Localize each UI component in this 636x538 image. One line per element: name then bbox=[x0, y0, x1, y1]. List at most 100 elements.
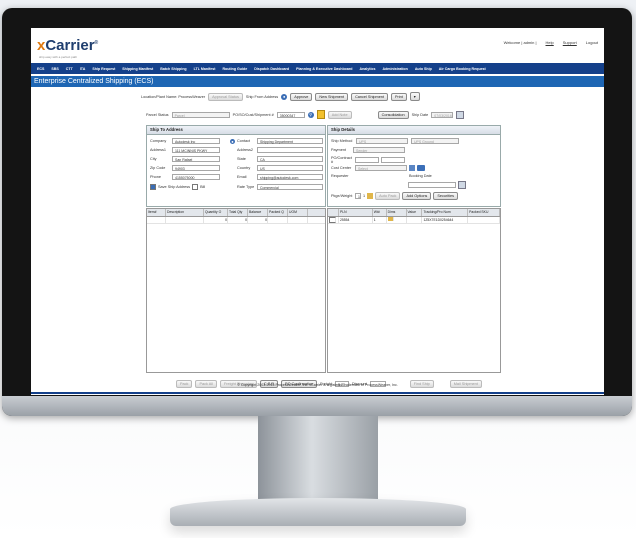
main-nav: ECS SBS CTT ITA Ship Request Shipping Ma… bbox=[31, 63, 604, 74]
col-header[interactable]: Wt# bbox=[373, 209, 387, 216]
monitor-chin bbox=[2, 396, 632, 416]
cancel-shipment-button[interactable]: Cancel Shipment bbox=[351, 92, 388, 101]
calendar-icon[interactable] bbox=[456, 110, 465, 119]
cost-center-select[interactable]: Select bbox=[355, 165, 407, 171]
nav-item[interactable]: CTT bbox=[66, 67, 73, 71]
col-header[interactable]: Packed Q bbox=[268, 209, 288, 216]
bill-checkbox[interactable] bbox=[192, 184, 199, 190]
po-contract-input-2[interactable] bbox=[381, 157, 405, 163]
col-header[interactable]: Description bbox=[166, 209, 204, 216]
company-label: Company bbox=[150, 139, 167, 143]
consolidation-button[interactable]: Consolidation bbox=[377, 110, 409, 119]
welcome-text: Welcome | admin | bbox=[503, 40, 537, 45]
col-header[interactable]: PLN bbox=[339, 209, 373, 216]
nav-item[interactable]: Ship Request bbox=[92, 67, 115, 71]
col-header[interactable]: Packed SKU bbox=[468, 209, 500, 216]
cell: 1Z5X7E1D0254644 bbox=[422, 217, 469, 223]
contact-label: Contact bbox=[237, 139, 251, 143]
nav-item[interactable]: Routing Guide bbox=[222, 67, 247, 71]
col-header[interactable]: Dims bbox=[387, 209, 407, 216]
logout-link[interactable]: Logout bbox=[586, 40, 598, 45]
items-grid: Item# Description Quantity O Total Qty B… bbox=[146, 208, 326, 373]
company-input[interactable]: Autodesk Inc bbox=[172, 138, 220, 144]
rate-type-select[interactable]: Commercial bbox=[257, 184, 323, 190]
parcel-status-select[interactable]: Parcel bbox=[171, 111, 230, 118]
new-shipment-button[interactable]: New Shipment bbox=[315, 92, 349, 101]
ship-from-icon[interactable]: ● bbox=[281, 93, 288, 100]
nav-item[interactable]: Analytics bbox=[359, 67, 375, 71]
dims-icon[interactable] bbox=[387, 217, 394, 221]
col-header[interactable]: Item# bbox=[147, 209, 166, 216]
col-header[interactable]: Balance bbox=[248, 209, 268, 216]
brand-tagline: ship easy with a perfect path bbox=[39, 55, 78, 59]
address1-input[interactable]: 111 MCINNIS PKWY bbox=[172, 147, 220, 153]
save-address-checkbox[interactable] bbox=[150, 184, 156, 190]
po-input[interactable]: 35000347 bbox=[276, 111, 305, 118]
nav-item[interactable]: Shipping Manifest bbox=[122, 67, 153, 71]
nav-item[interactable]: ECS bbox=[37, 67, 44, 71]
auto-pack-button[interactable]: Auto Pack bbox=[375, 192, 401, 200]
col-header[interactable]: Quantity O bbox=[204, 209, 228, 216]
pkgs-label: Pkge/Weight bbox=[331, 194, 353, 198]
print-button[interactable]: Print bbox=[390, 92, 407, 101]
country-input[interactable]: US bbox=[257, 165, 323, 171]
city-input[interactable]: San Rafael bbox=[172, 156, 220, 162]
col-header[interactable]: Value bbox=[407, 209, 423, 216]
address2-input[interactable] bbox=[257, 147, 323, 153]
ship-to-title: Ship To Address bbox=[147, 126, 325, 135]
zip-input[interactable]: 94903 bbox=[172, 165, 220, 171]
cell bbox=[407, 217, 423, 223]
table-row[interactable]: 0 0 0 bbox=[147, 217, 325, 224]
nav-item[interactable]: Air Cargo Booking Request bbox=[439, 67, 486, 71]
nav-item[interactable]: Auto Ship bbox=[415, 67, 432, 71]
ship-via-select[interactable]: UPS Ground bbox=[411, 138, 459, 144]
nav-item[interactable]: LTL Manifest bbox=[194, 67, 216, 71]
approval-status-button[interactable]: Approval Status bbox=[208, 92, 243, 101]
items-grid-header: Item# Description Quantity O Total Qty B… bbox=[147, 209, 325, 217]
table-row[interactable]: 25554 1 1Z5X7E1D0254644 bbox=[328, 217, 500, 224]
cell: 0 bbox=[248, 217, 268, 223]
col-header[interactable] bbox=[328, 209, 339, 216]
nav-item[interactable]: Batch Shipping bbox=[160, 67, 186, 71]
nav-item[interactable]: Dispatch Dashboard bbox=[254, 67, 289, 71]
add-note-button[interactable]: Add Note bbox=[327, 110, 352, 119]
truck-icon[interactable] bbox=[417, 165, 425, 171]
address1-label: Address1 bbox=[150, 148, 167, 152]
add-options-button[interactable]: Add Options bbox=[402, 192, 432, 200]
col-header[interactable]: Tracking/Pro Num bbox=[422, 209, 469, 216]
packages-grid: PLN Wt# Dims Value Tracking/Pro Num Pack… bbox=[327, 208, 501, 373]
row-checkbox[interactable] bbox=[329, 217, 336, 223]
booking-calendar-icon[interactable] bbox=[458, 181, 466, 189]
po-contract-input[interactable] bbox=[355, 157, 379, 163]
booking-date-input[interactable] bbox=[408, 182, 456, 188]
print-dropdown-icon[interactable]: ▾ bbox=[409, 92, 420, 101]
help-link[interactable]: Help bbox=[546, 40, 554, 45]
approve-button[interactable]: Approve bbox=[290, 92, 313, 101]
cell: 0 bbox=[204, 217, 228, 223]
package-icon[interactable] bbox=[367, 193, 374, 199]
monitor-stand-base bbox=[170, 498, 466, 526]
col-header[interactable]: UOM bbox=[288, 209, 308, 216]
pkgs-input[interactable]: 1 bbox=[355, 193, 361, 199]
ship-date-input[interactable]: 07/03/2016 bbox=[431, 111, 454, 118]
nav-item[interactable]: SBS bbox=[51, 67, 58, 71]
support-link[interactable]: Support bbox=[563, 40, 577, 45]
ship-method-select[interactable]: UPS bbox=[356, 138, 408, 144]
nav-item[interactable]: Planning & Executive Dashboard bbox=[296, 67, 352, 71]
search-icon[interactable]: ⚲ bbox=[307, 111, 314, 118]
col-header[interactable]: Total Qty bbox=[228, 209, 248, 216]
nav-item[interactable]: Administration bbox=[382, 67, 407, 71]
nav-item[interactable]: ITA bbox=[80, 67, 86, 71]
phone-input[interactable]: 4155075000 bbox=[172, 174, 220, 180]
state-input[interactable]: CA bbox=[257, 156, 323, 162]
contact-input[interactable]: Shipping Department bbox=[257, 138, 323, 144]
note-icon[interactable] bbox=[316, 110, 325, 119]
payment-select[interactable]: Sender bbox=[353, 147, 405, 153]
email-input[interactable]: shipping@autodesk.com bbox=[257, 174, 323, 180]
parcel-status-label: Parcel Status bbox=[146, 112, 169, 117]
zip-label: Zip Code bbox=[150, 166, 166, 170]
securities-button[interactable]: Securities bbox=[433, 192, 459, 200]
row-checkbox-cell[interactable] bbox=[328, 217, 339, 223]
lookup-icon[interactable] bbox=[409, 165, 415, 171]
pkgs-of: 1 bbox=[363, 194, 366, 198]
